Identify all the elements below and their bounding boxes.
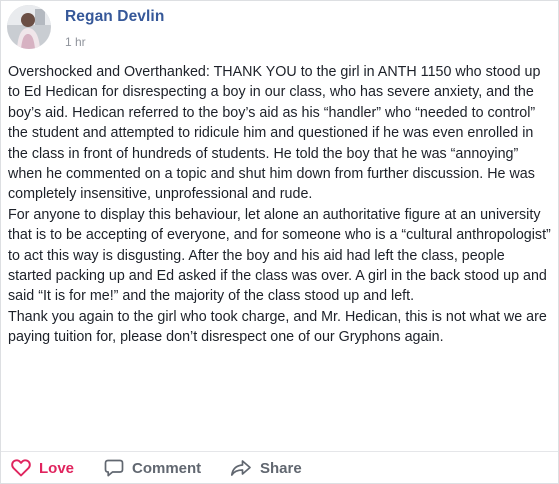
avatar[interactable]: [7, 5, 51, 49]
comment-label: Comment: [132, 459, 202, 477]
love-button[interactable]: Love: [11, 459, 74, 477]
post-body: Overshocked and Overthanked: THANK YOU t…: [8, 62, 552, 348]
love-label: Love: [39, 459, 75, 477]
post-card: Regan Devlin 1 hr Overshocked and Overth…: [0, 0, 559, 484]
speech-bubble-icon: [104, 459, 124, 477]
post-header: Regan Devlin 1 hr: [7, 5, 164, 53]
post-paragraph: For anyone to display this behaviour, le…: [8, 206, 551, 305]
post-meta: Regan Devlin 1 hr: [65, 5, 164, 50]
share-label: Share: [260, 459, 302, 477]
post-actions-bar: Love Comment Share: [1, 451, 558, 484]
heart-icon: [11, 459, 31, 477]
post-paragraph: Overshocked and Overthanked: THANK YOU t…: [8, 64, 541, 203]
comment-button[interactable]: Comment: [104, 459, 201, 477]
share-arrow-icon: [230, 460, 251, 476]
share-button[interactable]: Share: [230, 459, 302, 477]
author-name[interactable]: Regan Devlin: [65, 7, 164, 27]
profile-photo: [7, 5, 51, 49]
post-timestamp[interactable]: 1 hr: [65, 34, 164, 50]
post-paragraph: Thank you again to the girl who took cha…: [8, 308, 547, 346]
